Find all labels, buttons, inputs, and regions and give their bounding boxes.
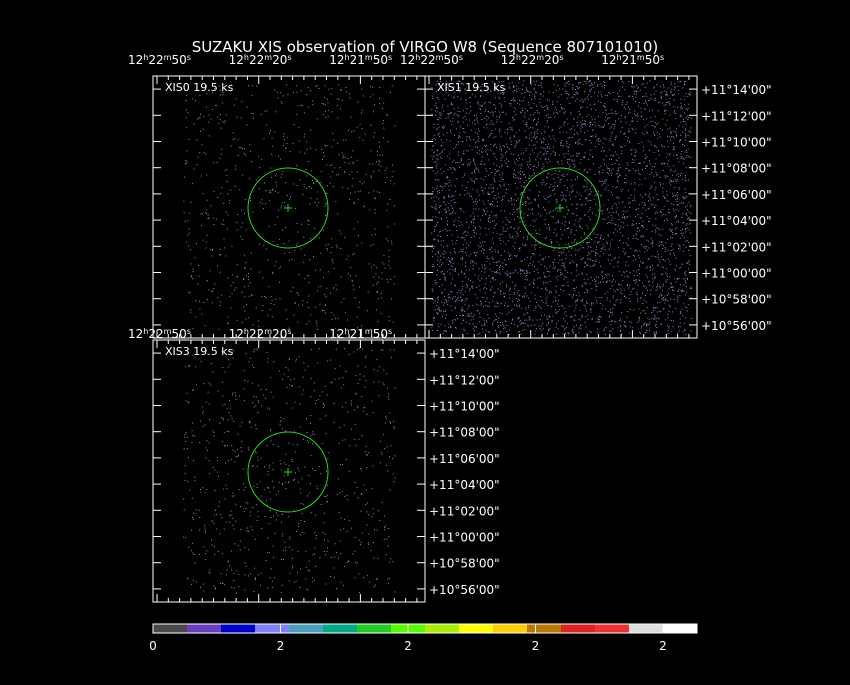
- dec-tick-label: +11°02'00": [701, 240, 772, 254]
- dec-tick-label: +11°10'00": [701, 136, 772, 150]
- ra-tick-label: 12h21m50s: [329, 53, 392, 67]
- colorbar-tick-label: 2: [532, 639, 540, 653]
- ra-tick-label: 12h22m50s: [400, 53, 463, 67]
- colorbar-segment: [187, 624, 222, 633]
- colorbar-segment: [561, 624, 596, 633]
- colorbar-segment: [357, 624, 392, 633]
- dec-tick-label: +11°08'00": [429, 426, 500, 440]
- dec-tick-label: +11°12'00": [429, 373, 500, 387]
- dec-tick-label: +11°14'00": [701, 83, 772, 97]
- dec-tick-label: +11°02'00": [429, 504, 500, 518]
- dec-tick-label: +11°00'00": [429, 531, 500, 545]
- ra-tick-label: 12h22m20s: [229, 327, 292, 341]
- dec-tick-label: +10°58'00": [701, 293, 772, 307]
- panel-frame-xis3: [153, 340, 425, 602]
- colorbar-tick-label: 2: [277, 639, 285, 653]
- dec-tick-label: +11°06'00": [429, 452, 500, 466]
- colorbar-segment: [289, 624, 324, 633]
- dec-tick-label: +11°06'00": [701, 188, 772, 202]
- panel-label-xis1: XIS1 19.5 ks: [437, 81, 506, 94]
- colorbar-segment: [153, 624, 188, 633]
- colorbar-segment: [459, 624, 494, 633]
- ra-tick-label: 12h21m50s: [329, 327, 392, 341]
- colorbar-segment: [595, 624, 630, 633]
- dec-tick-label: +11°12'00": [701, 109, 772, 123]
- dec-tick-label: +11°04'00": [429, 478, 500, 492]
- colorbar-tick-label: 0: [149, 639, 157, 653]
- ra-tick-label: 12h22m50s: [128, 53, 191, 67]
- dec-tick-label: +11°04'00": [701, 214, 772, 228]
- dec-tick-label: +11°08'00": [701, 162, 772, 176]
- colorbar-tick-label: 2: [659, 639, 667, 653]
- dec-tick-label: +10°58'00": [429, 557, 500, 571]
- panel-label-xis0: XIS0 19.5 ks: [165, 81, 234, 94]
- colorbar-segment: [493, 624, 528, 633]
- photon-events-xis3: [183, 348, 396, 593]
- panel-xis1: XIS1 19.5 ks 12h22m50s 12h22m20s 12h21m50s +…: [400, 53, 772, 338]
- ra-tick-label: 12h21m50s: [601, 53, 664, 67]
- ra-tick-label: 12h22m20s: [229, 53, 292, 67]
- colorbar-tick-label: 2: [404, 639, 412, 653]
- colorbar-segment: [527, 624, 562, 633]
- colorbar-segment: [425, 624, 460, 633]
- dec-tick-label: +11°00'00": [701, 267, 772, 281]
- colorbar: 0 2 2 2 2: [149, 624, 697, 653]
- photon-events-xis0: [183, 84, 395, 330]
- panel-frame-xis0: [153, 76, 425, 338]
- xis-image-figure: SUZAKU XIS observation of VIRGO W8 (Sequ…: [0, 0, 850, 680]
- panel-label-xis3: XIS3 19.5 ks: [165, 345, 234, 358]
- image-panels: XIS0 19.5 ks12h22m50s12h22m20s12h21m50sX…: [128, 53, 772, 602]
- colorbar-segment: [323, 624, 358, 633]
- figure-svg: SUZAKU XIS observation of VIRGO W8 (Sequ…: [0, 0, 850, 680]
- ra-tick-label: 12h22m20s: [501, 53, 564, 67]
- colorbar-segment: [221, 624, 256, 633]
- dec-tick-label: +10°56'00": [429, 583, 500, 597]
- ra-tick-label: 12h22m50s: [128, 327, 191, 341]
- panel-xis3: XIS3 19.5 ks 12h22m50s 12h22m20s 12h21m50s +…: [128, 327, 500, 602]
- colorbar-segment: [663, 624, 698, 633]
- colorbar-segment: [629, 624, 664, 633]
- colorbar-segment: [255, 624, 290, 633]
- dec-tick-label: +11°14'00": [429, 347, 500, 361]
- dec-tick-label: +10°56'00": [701, 319, 772, 333]
- dec-tick-label: +11°10'00": [429, 400, 500, 414]
- panel-xis0: XIS0 19.5 ks 12h22m50s 12h22m20s 12h21m50s: [128, 53, 425, 338]
